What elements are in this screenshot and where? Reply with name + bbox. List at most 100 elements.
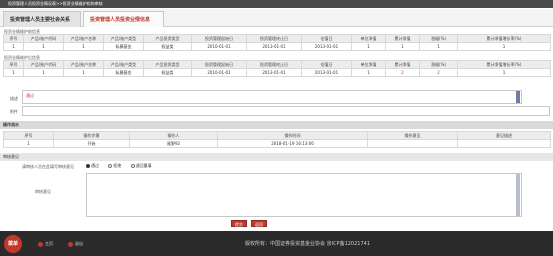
table-cell: 1 bbox=[351, 68, 386, 77]
tab-bar: 投资管理人员主要社会关系 投资管理人员投资业情信息 bbox=[0, 9, 553, 27]
copyright: 版权所有：中国证券投资基金业协会 京ICP备12021741 bbox=[245, 241, 371, 247]
col-header: 投资管理终止日 bbox=[246, 34, 302, 43]
col-header: 投资管理终止日 bbox=[246, 60, 302, 69]
col-header: 序号 bbox=[3, 34, 24, 43]
table-cell: 1 bbox=[351, 42, 386, 51]
table-cell-changed: 2 bbox=[385, 68, 420, 77]
table-header-row: 序号 产品/账户代码 产品/账户名称 产品/账户类型 产品投资类型 投资管理起始… bbox=[3, 34, 551, 43]
table-row: 1 1 1 私募基金 权益类 2010-01-01 2013-01-01 201… bbox=[3, 42, 551, 51]
table-cell: 2013-01-01 bbox=[246, 42, 302, 51]
table-row: 1 1 1 私募基金 权益类 2010-01-01 2013-01-01 201… bbox=[3, 68, 551, 77]
breadcrumb: 投资管理人员投资业情况表>>投资业情维护机构审核 bbox=[0, 0, 553, 8]
table-cell: 1 bbox=[3, 139, 54, 148]
submit-button[interactable]: 提交 bbox=[231, 220, 247, 227]
table-cell: 1 bbox=[385, 42, 420, 51]
col-header: 产品投资类型 bbox=[143, 60, 192, 69]
logout-icon bbox=[68, 241, 73, 247]
col-header: 单位净值 bbox=[351, 34, 386, 43]
table-cell: 1 bbox=[419, 42, 458, 51]
table-cell: 2013-01-01 bbox=[301, 42, 352, 51]
table-cell: 2013-01-01 bbox=[246, 68, 302, 77]
attachment-area[interactable] bbox=[22, 106, 550, 116]
table-before: 序号 产品/账户代码 产品/账户名称 产品/账户类型 产品投资类型 投资管理起始… bbox=[3, 34, 551, 51]
col-header: 序号 bbox=[3, 60, 24, 69]
table-cell: 私募基金 bbox=[103, 42, 144, 51]
table-cell: 1 bbox=[63, 68, 104, 77]
logout-label: 退出 bbox=[75, 241, 83, 246]
home-label: 主页 bbox=[45, 241, 53, 246]
col-header: 产品/账户名称 bbox=[63, 34, 104, 43]
table-after: 序号 产品/账户代码 产品/账户名称 产品/账户类型 产品投资类型 投资管理起始… bbox=[3, 60, 551, 77]
description-textarea[interactable]: 通过 bbox=[22, 90, 522, 104]
description-scrollbar[interactable] bbox=[516, 91, 520, 103]
col-header: 投资管理起始日 bbox=[191, 34, 247, 43]
footer: 菜单 主页 退出 版权所有：中国证券投资基金业协会 京ICP备12021741 bbox=[0, 231, 553, 256]
review-title: 审核意见 bbox=[0, 153, 553, 161]
option-approve[interactable]: 通过 bbox=[86, 163, 99, 168]
col-header: 累计净值增长率(%) bbox=[457, 60, 551, 69]
tab-investment-performance[interactable]: 投资管理人员投资业情信息 bbox=[83, 11, 164, 27]
col-header: 操作时间 bbox=[217, 131, 368, 140]
menu-button[interactable]: 菜单 bbox=[4, 235, 22, 253]
col-header: 产品/账户类型 bbox=[103, 34, 144, 43]
option-return[interactable]: 退回重填 bbox=[130, 163, 152, 168]
table-cell bbox=[457, 139, 551, 148]
table-cell: 1 bbox=[457, 68, 551, 77]
col-header: 涨幅(%) bbox=[419, 60, 458, 69]
table-cell bbox=[367, 139, 458, 148]
col-header: 序号 bbox=[3, 131, 54, 140]
col-header: 产品/账户代码 bbox=[23, 34, 64, 43]
col-header: 意见描述 bbox=[457, 131, 551, 140]
tab-social-relations[interactable]: 投资管理人员主要社会关系 bbox=[3, 11, 81, 27]
table-cell: 1 bbox=[63, 42, 104, 51]
col-header: 估值日 bbox=[301, 60, 352, 69]
review-options: 通过 拒绝 退回重填 bbox=[86, 163, 152, 169]
table-row: 1 开始 尾野92 2018-01-19 16:13:06 bbox=[3, 139, 551, 148]
col-header: 累计净值 bbox=[385, 34, 420, 43]
option-reject[interactable]: 拒绝 bbox=[108, 163, 121, 168]
home-icon bbox=[38, 241, 43, 247]
table-cell-changed: 2 bbox=[419, 68, 458, 77]
table-cell: 2010-01-01 bbox=[191, 68, 247, 77]
option-label: 通过 bbox=[91, 163, 99, 168]
col-header: 产品/账户类型 bbox=[103, 60, 144, 69]
opinion-scrollbar[interactable] bbox=[516, 174, 520, 216]
col-header: 估值日 bbox=[301, 34, 352, 43]
opinion-textarea[interactable] bbox=[86, 173, 522, 217]
radio-selected-icon[interactable] bbox=[86, 164, 90, 168]
option-label: 退回重填 bbox=[135, 163, 152, 168]
process-title: 操作流水 bbox=[0, 121, 553, 129]
col-header: 操作人 bbox=[129, 131, 218, 140]
table-cell: 2018-01-19 16:13:06 bbox=[217, 139, 368, 148]
col-header: 累计净值 bbox=[385, 60, 420, 69]
home-link[interactable]: 主页 bbox=[38, 241, 53, 247]
col-header: 产品投资类型 bbox=[143, 34, 192, 43]
radio-icon[interactable] bbox=[130, 164, 135, 168]
description-label: 描述 bbox=[10, 96, 18, 101]
table-cell: 1 bbox=[3, 42, 24, 51]
review-prompt: 请审核人员在此填写审核意见 bbox=[22, 164, 74, 169]
opinion-label: 审核意见 bbox=[35, 189, 51, 194]
table-cell: 2013-01-01 bbox=[301, 68, 352, 77]
table-cell: 1 bbox=[23, 42, 64, 51]
radio-icon[interactable] bbox=[108, 164, 113, 168]
table-cell: 权益类 bbox=[143, 68, 192, 77]
table-cell: 权益类 bbox=[143, 42, 192, 51]
table-cell: 1 bbox=[3, 68, 24, 77]
col-header: 产品/账户名称 bbox=[63, 60, 104, 69]
col-header: 投资管理起始日 bbox=[191, 60, 247, 69]
table-cell: 尾野92 bbox=[129, 139, 218, 148]
table-cell: 开始 bbox=[53, 139, 130, 148]
table-header-row: 序号 操作步骤 操作人 操作时间 操作意见 意见描述 bbox=[3, 131, 551, 140]
col-header: 产品/账户代码 bbox=[23, 60, 64, 69]
table-cell: 1 bbox=[457, 42, 551, 51]
back-button[interactable]: 返回 bbox=[251, 220, 267, 227]
process-table: 序号 操作步骤 操作人 操作时间 操作意见 意见描述 1 开始 尾野92 201… bbox=[3, 131, 551, 148]
option-label: 拒绝 bbox=[113, 163, 122, 168]
col-header: 操作意见 bbox=[367, 131, 458, 140]
attachment-label: 附件 bbox=[10, 109, 18, 114]
col-header: 涨幅(%) bbox=[419, 34, 458, 43]
logout-link[interactable]: 退出 bbox=[68, 241, 83, 247]
col-header: 累计净值增长率(%) bbox=[457, 34, 551, 43]
description-value: 通过 bbox=[26, 93, 34, 98]
